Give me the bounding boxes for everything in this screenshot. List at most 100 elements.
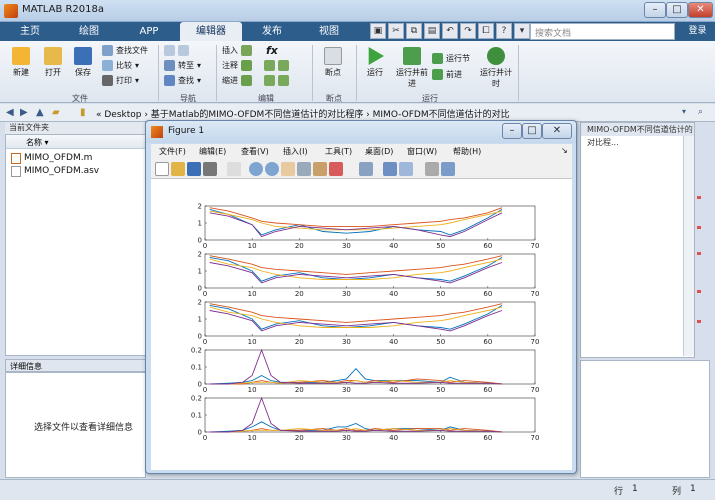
new-figure-icon[interactable] <box>155 162 169 176</box>
error-marker-icon[interactable] <box>697 196 701 199</box>
edit-plot-arrow-icon[interactable] <box>227 162 241 176</box>
axes-box <box>204 301 536 337</box>
menu-help[interactable]: 帮助(H) <box>453 146 481 157</box>
advance-button[interactable]: 前进 <box>432 69 462 80</box>
address-dropdown-icon[interactable]: ▾ <box>682 107 686 116</box>
error-marker-icon[interactable] <box>697 290 701 293</box>
tab-view[interactable]: 视图 <box>304 22 354 41</box>
open-file-icon[interactable] <box>171 162 185 176</box>
y-tick-label: 0 <box>198 285 202 293</box>
figure-maximize-button[interactable]: □ <box>522 123 542 139</box>
figure-close-button[interactable]: ✕ <box>542 123 572 139</box>
error-marker-icon[interactable] <box>697 320 701 323</box>
tab-plots[interactable]: 绘图 <box>64 22 114 41</box>
search-folder-icon[interactable]: ⌕ <box>698 107 703 117</box>
edit-tools-row[interactable] <box>264 60 289 71</box>
find-label: 查找 <box>178 76 194 85</box>
tab-home[interactable]: 主页 <box>8 22 52 41</box>
help-icon[interactable]: ? <box>496 23 512 39</box>
run-advance-button[interactable]: 运行并前进 <box>394 47 430 89</box>
menu-dock-icon[interactable]: ↘ <box>561 146 568 155</box>
colorbar-icon[interactable] <box>383 162 397 176</box>
save-button[interactable]: 保存 <box>68 47 98 78</box>
copy-icon[interactable]: ⧉ <box>406 23 422 39</box>
run-section-button[interactable]: 运行节 <box>432 53 470 64</box>
figure-title-bar[interactable]: Figure 1 – □ ✕ <box>146 121 576 143</box>
open-button[interactable]: 打开 <box>38 47 68 78</box>
link-plot-icon[interactable] <box>359 162 373 176</box>
figure-window[interactable]: Figure 1 – □ ✕ 文件(F) 编辑(E) 查看(V) 插入(I) 工… <box>145 120 577 474</box>
undo-icon[interactable]: ↶ <box>442 23 458 39</box>
close-button[interactable]: ✕ <box>688 2 713 18</box>
maximize-button[interactable]: □ <box>666 2 688 18</box>
compare-button[interactable]: 比较 ▾ <box>102 60 139 71</box>
new-button[interactable]: 新建 <box>6 47 36 78</box>
goto-button[interactable]: 转至 ▾ <box>164 60 201 71</box>
show-plot-tools-icon[interactable] <box>441 162 455 176</box>
rotate-3d-icon[interactable] <box>297 162 311 176</box>
menu-view[interactable]: 查看(V) <box>241 146 269 157</box>
run-time-button[interactable]: 运行并计时 <box>478 47 514 89</box>
zoom-out-icon[interactable] <box>265 162 279 176</box>
print-button[interactable]: 打印 ▾ <box>102 75 139 86</box>
paste-icon[interactable]: ▤ <box>424 23 440 39</box>
error-marker-icon[interactable] <box>697 252 701 255</box>
cut-icon[interactable]: ✂ <box>388 23 404 39</box>
x-tick-label: 50 <box>436 338 445 346</box>
up-folder-icon[interactable]: ▲ <box>36 107 44 118</box>
figure-canvas[interactable]: 0 10 20 30 40 50 60 70 0 1 2 0 10 20 30 40 50 60 70 0 1 2 0 10 2… <box>151 179 572 470</box>
pan-hand-icon[interactable] <box>281 162 295 176</box>
save-figure-icon[interactable] <box>187 162 201 176</box>
command-window[interactable] <box>580 360 710 478</box>
x-tick-label: 20 <box>295 290 304 298</box>
run-button[interactable]: 运行 <box>360 47 390 78</box>
tab-publish[interactable]: 发布 <box>248 22 296 41</box>
save-quick-icon[interactable]: ▣ <box>370 23 386 39</box>
breakpoints-button[interactable]: 断点 <box>318 47 348 78</box>
app-title: MATLAB R2018a <box>22 4 105 15</box>
indent-button[interactable]: 缩进 <box>222 75 252 86</box>
figure-minimize-button[interactable]: – <box>502 123 522 139</box>
redo-icon[interactable]: ↷ <box>460 23 476 39</box>
list-item[interactable]: MIMO_OFDM.asv <box>24 166 99 176</box>
forward-arrow-icon[interactable]: ▶ <box>20 107 28 118</box>
hide-plot-tools-icon[interactable] <box>425 162 439 176</box>
indent-icon <box>241 75 252 86</box>
menu-window[interactable]: 窗口(W) <box>407 146 437 157</box>
print-figure-icon[interactable] <box>203 162 217 176</box>
comment-button[interactable]: 注释 <box>222 60 252 71</box>
menu-desktop[interactable]: 桌面(D) <box>365 146 393 157</box>
open-folder-icon <box>44 47 62 65</box>
y-tick-label: 0 <box>198 333 202 341</box>
quick-dropdown-icon[interactable]: ▾ <box>514 23 530 39</box>
x-tick-label: 40 <box>389 386 398 394</box>
back-forward-nav[interactable] <box>164 45 189 56</box>
fx-button[interactable]: fx <box>266 44 278 57</box>
minimize-button[interactable]: – <box>644 2 666 18</box>
printer-icon <box>102 75 113 86</box>
name-column-header[interactable]: 名称 ▾ <box>6 135 145 149</box>
find-button[interactable]: 查找 ▾ <box>164 75 201 86</box>
error-marker-icon[interactable] <box>697 226 701 229</box>
browse-folder-icon[interactable]: ▰ <box>52 107 60 118</box>
menu-file[interactable]: 文件(F) <box>159 146 186 157</box>
list-item[interactable]: MIMO_OFDM.m <box>24 153 92 163</box>
menu-edit[interactable]: 编辑(E) <box>199 146 226 157</box>
vertical-scrollbar[interactable] <box>683 136 694 356</box>
brush-icon[interactable] <box>329 162 343 176</box>
edit-tools-row-2[interactable] <box>264 75 289 86</box>
back-arrow-icon[interactable]: ◀ <box>6 107 14 118</box>
search-docs-input[interactable]: 搜索文档 <box>530 23 675 40</box>
legend-icon[interactable] <box>399 162 413 176</box>
tab-apps[interactable]: APP <box>124 22 174 41</box>
login-button[interactable]: 登录 <box>680 22 715 41</box>
find-files-button[interactable]: 查找文件 <box>102 45 148 56</box>
menu-tools[interactable]: 工具(T) <box>325 146 352 157</box>
tab-editor[interactable]: 编辑器 <box>180 22 242 41</box>
zoom-in-icon[interactable] <box>249 162 263 176</box>
data-cursor-icon[interactable] <box>313 162 327 176</box>
switch-windows-icon[interactable]: ⧠ <box>478 23 494 39</box>
menu-insert[interactable]: 插入(I) <box>283 146 308 157</box>
address-path[interactable]: « Desktop › 基于Matlab的MIMO-OFDM不同信道估计的对比程… <box>96 107 510 120</box>
insert-button[interactable]: 插入 <box>222 45 252 56</box>
